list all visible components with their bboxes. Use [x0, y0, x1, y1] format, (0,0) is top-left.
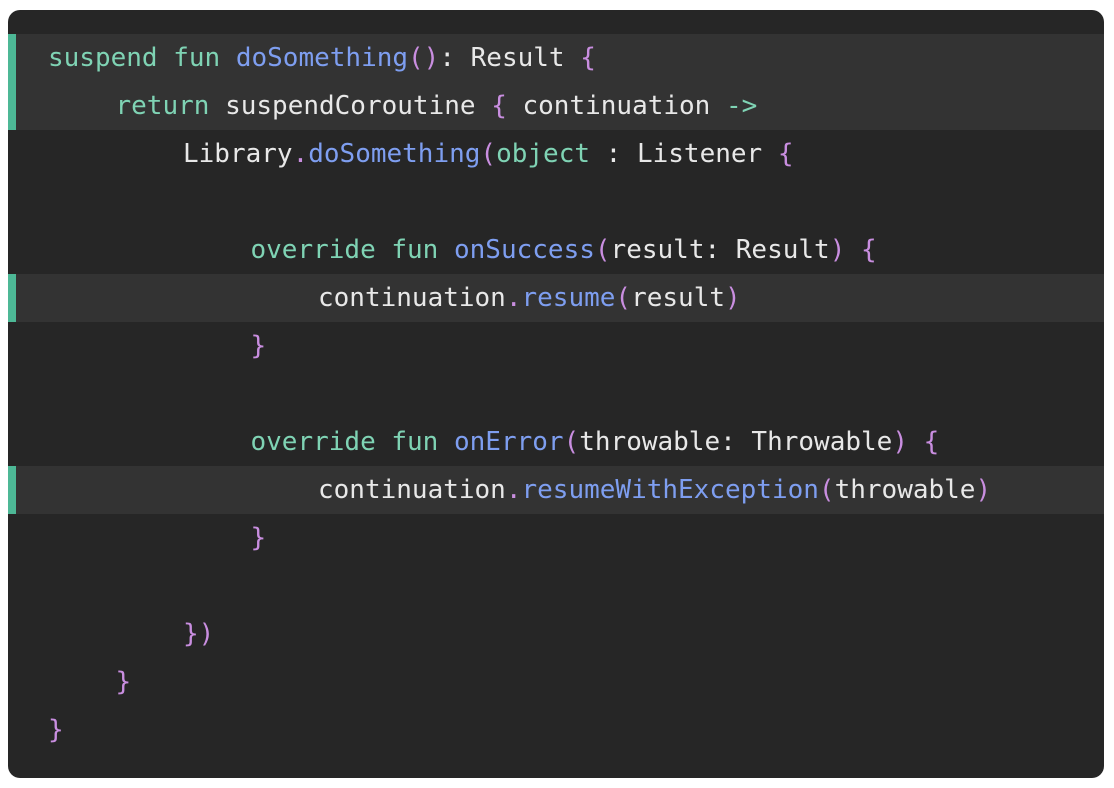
code-token-bracket: {	[777, 139, 794, 169]
code-line-text: continuation.resume(result)	[318, 274, 741, 322]
code-line-text: }	[48, 706, 64, 754]
code-line-text: suspend fun doSomething(): Result {	[48, 34, 596, 82]
code-line: })	[8, 610, 1104, 658]
code-token-function: onSuccess	[454, 235, 595, 265]
code-line-text: return suspendCoroutine { continuation -…	[116, 82, 758, 130]
code-token-bracket: )	[975, 475, 992, 505]
code-token-bracket: .	[292, 139, 309, 169]
code-token-bracket: (	[615, 283, 632, 313]
code-token-function: onError	[454, 427, 564, 457]
code-line: }	[8, 322, 1104, 370]
code-line: override fun onSuccess(result: Result) {	[8, 226, 1104, 274]
code-line: }	[8, 658, 1104, 706]
code-line-text: override fun onSuccess(result: Result) {	[251, 226, 877, 274]
code-line-text: }	[251, 514, 267, 562]
code-token-bracket: .	[505, 475, 522, 505]
code-token-bracket: }	[250, 331, 267, 361]
highlighted-code-line: suspend fun doSomething(): Result {	[8, 34, 1104, 82]
code-token-function: doSomething	[308, 139, 481, 169]
code-token-plain: continuation	[318, 475, 506, 505]
code-token-plain: continuation	[506, 91, 726, 121]
code-line: }	[8, 706, 1104, 754]
code-token-bracket: }	[115, 667, 132, 697]
highlighted-code-line: return suspendCoroutine { continuation -…	[8, 82, 1104, 130]
code-token-bracket: }	[48, 715, 64, 745]
code-token-bracket: ) {	[892, 427, 940, 457]
code-token-plain: throwable: Throwable	[579, 427, 893, 457]
code-token-bracket: {	[491, 91, 507, 121]
code-token-bracket: (	[818, 475, 835, 505]
code-block: suspend fun doSomething(): Result {retur…	[8, 10, 1104, 778]
code-line-text: }	[251, 322, 267, 370]
code-line-text: })	[183, 610, 214, 658]
code-token-keyword: override fun	[250, 235, 454, 265]
code-token-plain: suspendCoroutine	[225, 91, 492, 121]
code-token-plain: throwable	[834, 475, 976, 505]
code-token-plain: result	[631, 283, 725, 313]
code-token-plain: : Result	[439, 43, 581, 73]
code-token-bracket: ()	[408, 43, 440, 73]
code-token-keyword: ->	[726, 91, 758, 121]
code-line-text: override fun onError(throwable: Throwabl…	[251, 418, 940, 466]
code-token-bracket: (	[480, 139, 497, 169]
code-token-plain: Library	[183, 139, 293, 169]
code-token-bracket: )	[725, 283, 741, 313]
code-token-keyword: suspend fun	[48, 43, 236, 73]
code-token-bracket: ) {	[829, 235, 877, 265]
code-token-keyword: override fun	[250, 427, 454, 457]
code-token-bracket: })	[183, 619, 215, 649]
code-line-text: continuation.resumeWithException(throwab…	[318, 466, 991, 514]
code-token-function: doSomething	[235, 43, 409, 73]
code-line-text: Library.doSomething(object : Listener {	[183, 130, 794, 178]
code-token-bracket: (	[563, 427, 580, 457]
code-token-function: resumeWithException	[521, 475, 819, 505]
highlighted-code-line: continuation.resume(result)	[8, 274, 1104, 322]
highlighted-code-line: continuation.resumeWithException(throwab…	[8, 466, 1104, 514]
code-token-keyword: object	[496, 139, 590, 169]
code-token-keyword: return	[115, 91, 226, 121]
code-line-text: }	[116, 658, 132, 706]
code-token-bracket: .	[505, 283, 522, 313]
code-token-bracket: {	[580, 43, 596, 73]
code-token-function: resume	[521, 283, 616, 313]
code-line: override fun onError(throwable: Throwabl…	[8, 418, 1104, 466]
code-token-bracket: }	[250, 523, 267, 553]
code-token-plain: continuation	[318, 283, 506, 313]
code-token-plain: : Listener	[590, 139, 778, 169]
code-line: Library.doSomething(object : Listener {	[8, 130, 1104, 178]
code-line: }	[8, 514, 1104, 562]
code-token-bracket: (	[594, 235, 611, 265]
code-token-plain: result: Result	[610, 235, 830, 265]
